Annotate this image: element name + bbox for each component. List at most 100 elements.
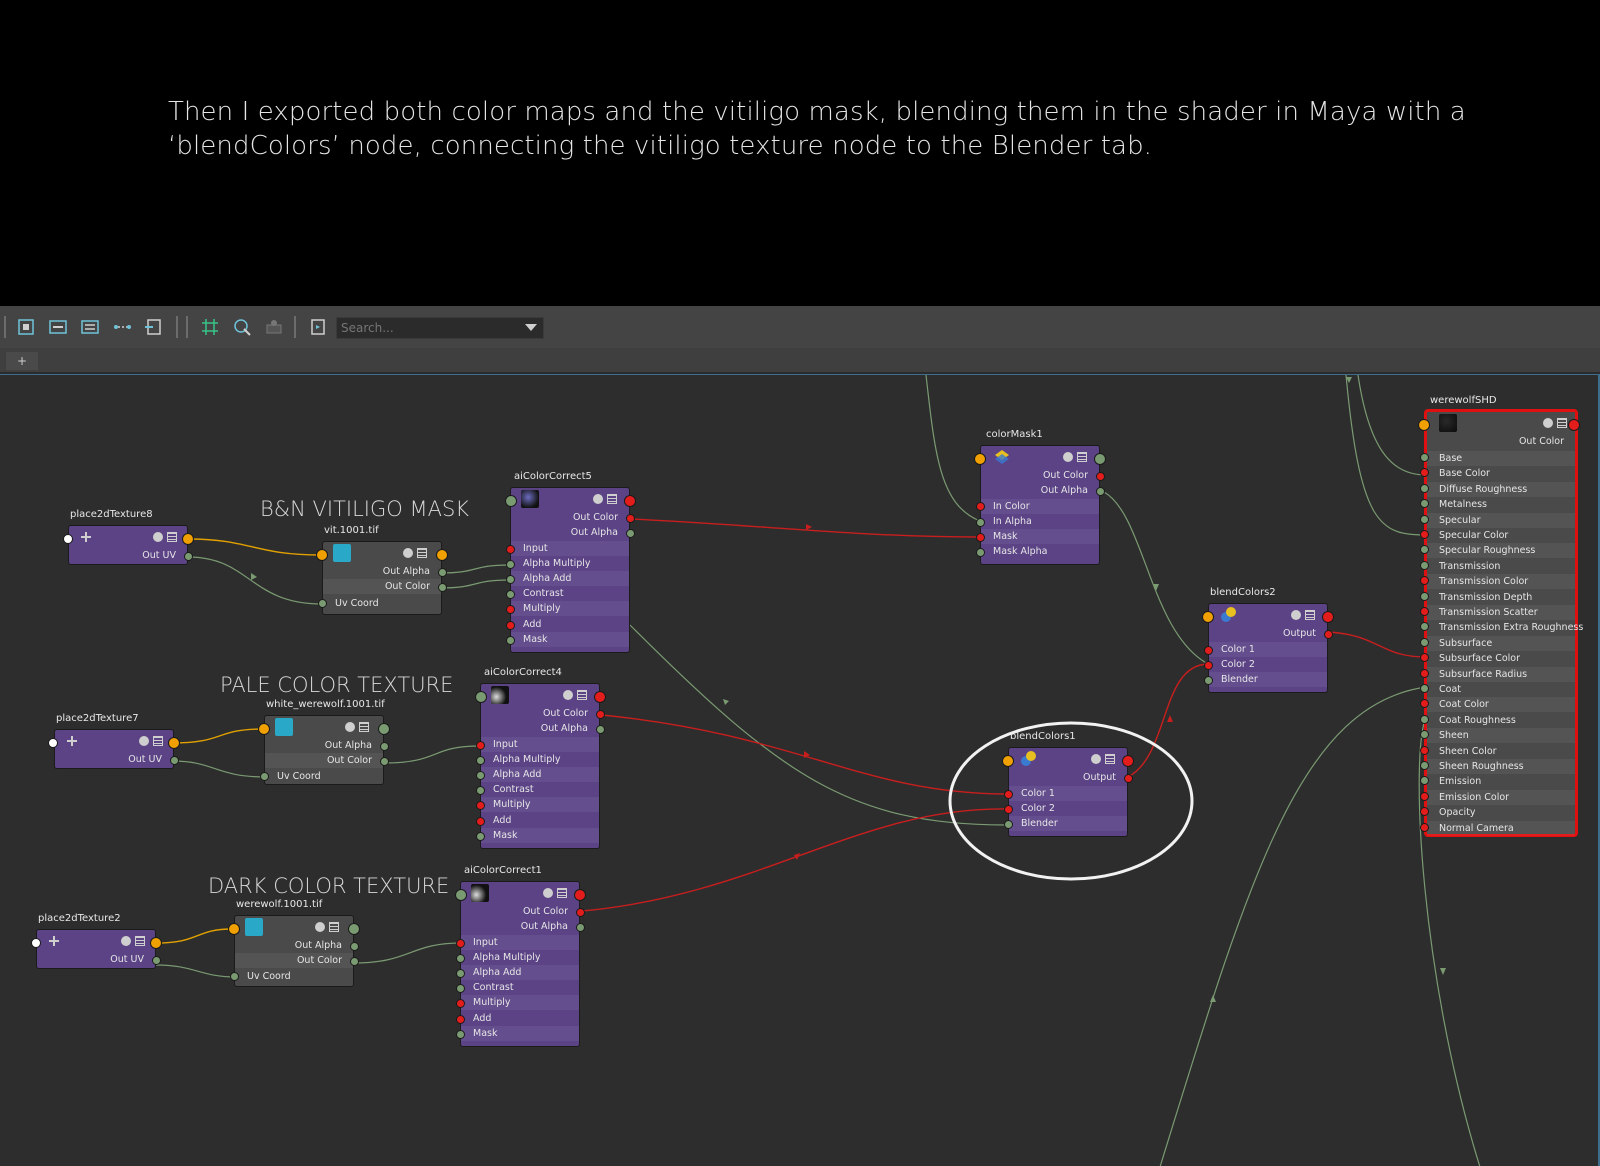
input-port[interactable]	[476, 817, 485, 826]
shader-attr-row[interactable]: Base	[1427, 451, 1575, 466]
input-port[interactable]	[1204, 661, 1213, 670]
shader-attr-row[interactable]: Normal Camera	[1427, 820, 1575, 836]
shader-attr-row[interactable]: Sheen Color	[1427, 744, 1575, 759]
input-port[interactable]	[31, 938, 41, 948]
input-port[interactable]	[974, 453, 986, 465]
input-port[interactable]	[1420, 637, 1429, 647]
input-port[interactable]	[1420, 684, 1429, 693]
output-port[interactable]	[1096, 472, 1105, 481]
shader-attr-row[interactable]: Subsurface Radius	[1427, 666, 1575, 682]
output-port[interactable]	[184, 552, 193, 561]
input-port[interactable]	[976, 548, 985, 557]
input-port[interactable]	[506, 545, 515, 554]
input-port[interactable]	[1420, 530, 1429, 539]
shader-attr-row[interactable]: Transmission Scatter	[1427, 605, 1575, 620]
shader-attr-row[interactable]: Emission Color	[1427, 789, 1575, 805]
shader-attr-row[interactable]: Emission	[1427, 774, 1575, 789]
input-port[interactable]	[1418, 419, 1430, 431]
input-port[interactable]	[456, 954, 465, 963]
output-port[interactable]	[1096, 487, 1105, 496]
shader-attr-row[interactable]: Transmission Color	[1427, 574, 1575, 590]
graph-up-icon[interactable]	[110, 315, 134, 339]
output-port[interactable]	[576, 908, 585, 917]
input-port[interactable]	[1420, 822, 1429, 832]
refresh-icon[interactable]	[306, 315, 330, 339]
input-port[interactable]	[260, 772, 269, 781]
input-port[interactable]	[455, 889, 467, 901]
input-port[interactable]	[456, 969, 465, 978]
input-port[interactable]	[48, 738, 58, 748]
input-port[interactable]	[476, 786, 485, 795]
output-port[interactable]	[350, 942, 359, 951]
input-port[interactable]	[976, 502, 985, 511]
snap-icon[interactable]	[230, 315, 254, 339]
shader-attr-row[interactable]: Sheen	[1427, 728, 1575, 744]
output-port[interactable]	[1124, 774, 1133, 783]
shader-attr-row[interactable]: Metalness	[1427, 497, 1575, 512]
input-port[interactable]	[1202, 611, 1214, 623]
input-port[interactable]	[1420, 514, 1429, 524]
output-port[interactable]	[150, 937, 162, 949]
input-port[interactable]	[258, 723, 270, 735]
output-port[interactable]	[596, 710, 605, 719]
output-port[interactable]	[1324, 630, 1333, 639]
input-port[interactable]	[456, 1015, 465, 1024]
chevron-down-icon[interactable]	[525, 324, 537, 331]
grid-icon[interactable]	[198, 315, 222, 339]
input-port[interactable]	[476, 771, 485, 780]
shader-attr-row[interactable]: Coat Color	[1427, 697, 1575, 713]
search-field[interactable]	[336, 317, 544, 339]
output-port[interactable]	[576, 923, 585, 932]
shader-attr-row[interactable]: Specular Roughness	[1427, 543, 1575, 559]
input-port[interactable]	[506, 621, 515, 630]
input-port[interactable]	[230, 972, 239, 981]
input-port[interactable]	[316, 549, 328, 561]
input-port[interactable]	[1420, 483, 1429, 493]
input-port[interactable]	[976, 518, 985, 527]
input-port[interactable]	[1420, 714, 1429, 724]
input-port[interactable]	[1420, 761, 1429, 770]
input-port[interactable]	[505, 495, 517, 507]
input-port[interactable]	[228, 923, 240, 935]
shader-attr-row[interactable]: Subsurface Color	[1427, 651, 1575, 666]
output-port[interactable]	[624, 495, 636, 507]
output-port[interactable]	[1094, 453, 1106, 465]
output-port[interactable]	[626, 529, 635, 538]
input-port[interactable]	[506, 636, 515, 645]
input-port[interactable]	[1420, 453, 1429, 462]
layout-icon[interactable]	[46, 315, 70, 339]
output-port[interactable]	[168, 737, 180, 749]
shader-attr-row[interactable]: Diffuse Roughness	[1427, 481, 1575, 497]
input-port[interactable]	[1420, 560, 1429, 570]
input-port[interactable]	[318, 599, 327, 608]
output-port[interactable]	[1322, 611, 1334, 623]
input-port[interactable]	[1420, 745, 1429, 755]
input-port[interactable]	[1420, 668, 1429, 678]
output-port[interactable]	[378, 723, 390, 735]
input-port[interactable]	[1204, 646, 1213, 655]
input-port[interactable]	[1204, 676, 1213, 685]
input-port[interactable]	[1420, 791, 1429, 801]
input-port[interactable]	[476, 801, 485, 810]
output-port[interactable]	[380, 742, 389, 751]
input-port[interactable]	[506, 590, 515, 599]
output-port[interactable]	[348, 923, 360, 935]
clear-graph-icon[interactable]	[142, 315, 166, 339]
shader-attr-row[interactable]: Opacity	[1427, 805, 1575, 820]
input-port[interactable]	[456, 1030, 465, 1039]
hierarchy-icon[interactable]	[262, 315, 286, 339]
graph-canvas[interactable]: B&N VITILIGO MASK PALE COLOR TEXTURE DAR…	[0, 374, 1600, 1166]
input-port[interactable]	[1420, 591, 1429, 601]
output-port[interactable]	[182, 533, 194, 545]
output-port[interactable]	[596, 725, 605, 734]
output-port[interactable]	[594, 691, 606, 703]
input-port[interactable]	[476, 741, 485, 750]
output-port[interactable]	[350, 957, 359, 966]
shader-attr-row[interactable]: Transmission Extra Roughness	[1427, 620, 1583, 635]
input-port[interactable]	[476, 832, 485, 841]
output-port[interactable]	[1122, 755, 1134, 767]
output-port[interactable]	[170, 756, 179, 765]
frame-all-icon[interactable]	[14, 315, 38, 339]
shader-attr-row[interactable]: Coat Roughness	[1427, 713, 1575, 728]
input-port[interactable]	[63, 534, 73, 544]
